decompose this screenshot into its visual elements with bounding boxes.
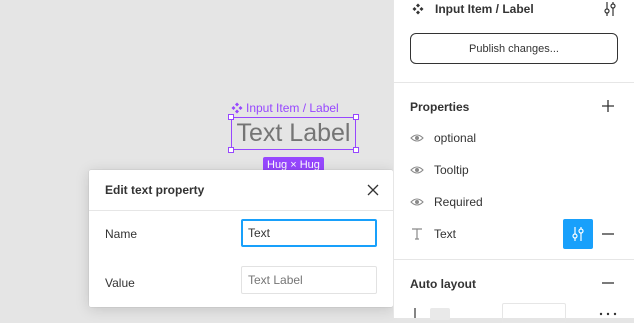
resize-handle-top-right[interactable] bbox=[353, 114, 359, 120]
properties-section: Properties optional Tooltip Required Tex… bbox=[394, 83, 634, 260]
value-row: Value bbox=[89, 266, 393, 296]
value-input[interactable] bbox=[241, 266, 377, 294]
adjust-icon[interactable] bbox=[602, 1, 618, 17]
property-label: Text bbox=[434, 227, 457, 241]
edit-text-property-popover: Edit text property Name Value bbox=[89, 170, 393, 307]
component-icon bbox=[231, 102, 243, 114]
panel-header: Input Item / Label Publish changes... bbox=[394, 0, 634, 83]
component-tag-label: Input Item / Label bbox=[246, 101, 339, 115]
value-label: Value bbox=[105, 276, 135, 290]
properties-title: Properties bbox=[410, 100, 470, 114]
adjust-icon bbox=[572, 227, 584, 241]
publish-changes-button[interactable]: Publish changes... bbox=[410, 33, 618, 64]
auto-layout-title: Auto layout bbox=[410, 277, 476, 291]
close-icon[interactable] bbox=[365, 182, 381, 198]
text-icon bbox=[412, 228, 422, 240]
eye-icon bbox=[410, 166, 424, 174]
more-icon[interactable] bbox=[598, 312, 618, 316]
resize-handle-bottom-left[interactable] bbox=[228, 147, 234, 153]
add-property-icon[interactable] bbox=[600, 98, 616, 114]
component-tag[interactable]: Input Item / Label bbox=[231, 100, 339, 116]
property-label: Tooltip bbox=[434, 163, 469, 177]
name-input[interactable] bbox=[241, 219, 377, 247]
alignment-grid[interactable] bbox=[502, 303, 566, 323]
name-label: Name bbox=[105, 227, 138, 241]
resize-handle-bottom-right[interactable] bbox=[353, 147, 359, 153]
property-row-optional[interactable]: optional bbox=[394, 123, 634, 153]
properties-panel: Input Item / Label Publish changes... Pr… bbox=[393, 0, 634, 323]
resize-handle-top-left[interactable] bbox=[228, 114, 234, 120]
text-label-content: Text Label bbox=[236, 119, 351, 147]
property-row-required[interactable]: Required bbox=[394, 187, 634, 217]
component-name: Input Item / Label bbox=[435, 2, 534, 16]
direction-right-toggle[interactable] bbox=[430, 308, 450, 320]
property-row-tooltip[interactable]: Tooltip bbox=[394, 155, 634, 185]
component-icon bbox=[412, 3, 424, 15]
property-row-text[interactable]: Text bbox=[394, 219, 634, 249]
popover-header: Edit text property bbox=[89, 170, 393, 211]
property-label: optional bbox=[434, 131, 477, 145]
name-row: Name bbox=[89, 219, 393, 249]
remove-property-icon[interactable] bbox=[600, 226, 616, 242]
selected-text-layer[interactable]: Text Label bbox=[228, 114, 359, 153]
edit-property-button[interactable] bbox=[563, 219, 593, 249]
eye-icon bbox=[410, 134, 424, 142]
property-label: Required bbox=[434, 195, 483, 209]
eye-icon bbox=[410, 198, 424, 206]
remove-auto-layout-icon[interactable] bbox=[600, 275, 616, 291]
direction-down-icon[interactable] bbox=[410, 308, 420, 318]
auto-layout-section: Auto layout bbox=[394, 260, 634, 323]
popover-title: Edit text property bbox=[105, 183, 205, 197]
